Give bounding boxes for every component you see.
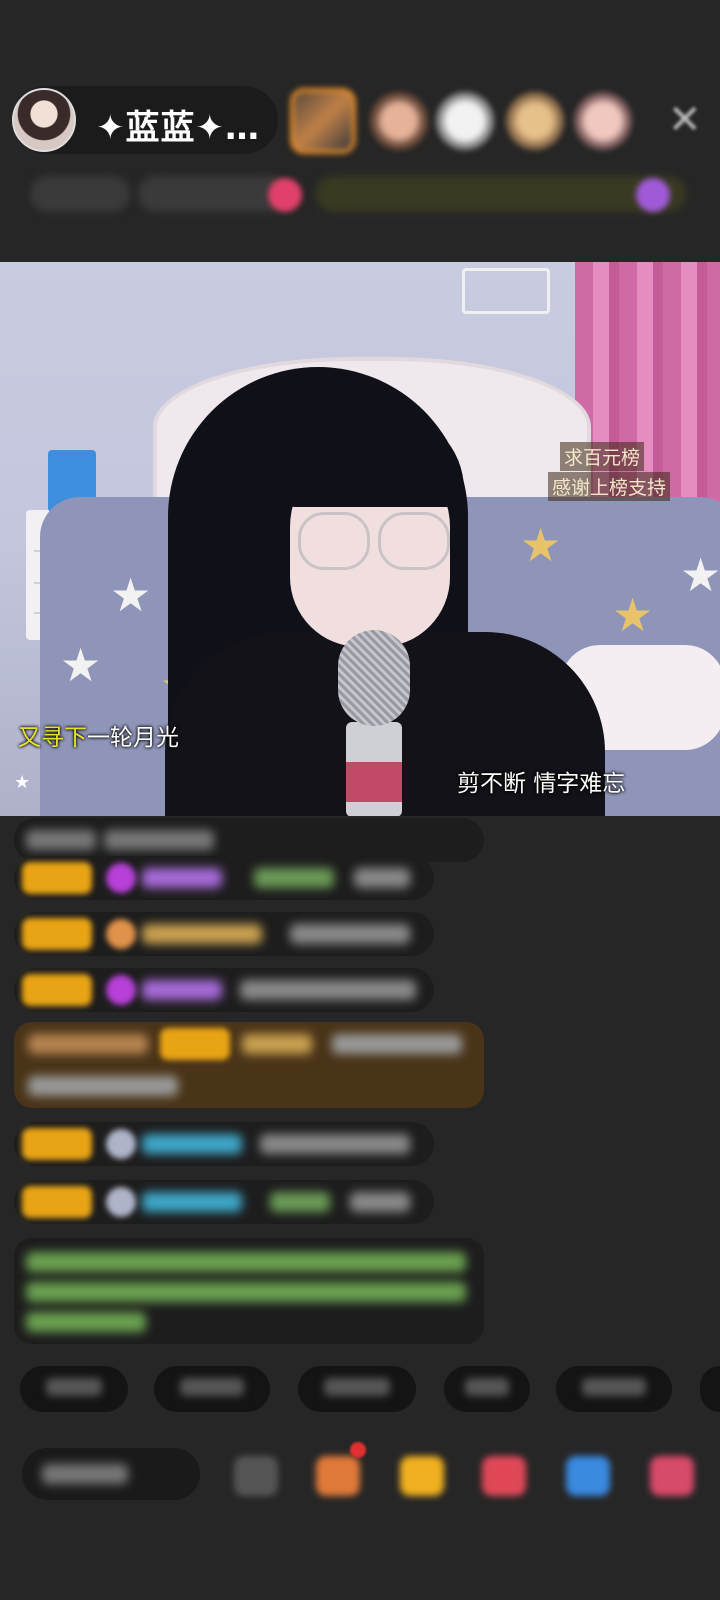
system-notice [14,1238,484,1344]
top-viewer-avatar[interactable] [574,92,632,150]
quick-reply-chip[interactable] [556,1366,672,1412]
microphone-icon [338,630,410,726]
quick-reply-chip[interactable] [298,1366,416,1412]
stream-info-row [20,172,710,216]
chat-message[interactable] [14,968,434,1012]
lyric-rest: 一轮月光 [87,725,179,751]
star-pattern: ★ [60,638,102,692]
chat-message[interactable] [14,912,434,956]
comment-input[interactable] [22,1448,200,1500]
emoji-icon[interactable] [234,1456,278,1496]
host-name: ✦蓝蓝✦… [96,108,260,148]
game-icon[interactable] [566,1456,610,1496]
activity-banner[interactable] [316,176,686,212]
notice-label: 感谢上榜支持 [548,472,671,501]
wall-shelf [462,268,550,314]
host-avatar[interactable] [12,88,76,152]
close-icon[interactable]: ✕ [668,100,702,140]
host-profile-pill[interactable]: ✦蓝蓝✦… [12,86,278,154]
top-viewer-avatar[interactable] [370,92,428,150]
more-icon[interactable] [650,1456,694,1496]
quick-reply-chip[interactable] [20,1366,128,1412]
chat-message[interactable] [14,856,434,900]
gift-box-icon[interactable] [400,1456,444,1496]
top-viewer-avatar[interactable] [436,92,494,150]
star-pattern: ★ [612,588,654,642]
rank-chip[interactable] [30,176,130,212]
microphone-band [346,762,402,802]
notification-dot [350,1442,366,1458]
lyric-line: 剪不断 情字难忘 [457,771,626,797]
quick-reply-chip[interactable] [700,1366,720,1412]
glasses [298,512,370,570]
lyric-highlight: 又寻下 [18,725,87,751]
chat-message-highlighted[interactable] [14,1022,484,1108]
chat-message[interactable] [14,1122,434,1166]
shop-icon[interactable] [316,1456,360,1496]
notice-label: 求百元榜 [560,442,645,471]
sparkle-icon: ★ [14,772,31,793]
star-pattern: ★ [110,568,152,622]
star-pattern: ★ [520,518,562,572]
top-viewer-avatar[interactable] [290,88,356,154]
chat-message[interactable] [14,1180,434,1224]
popularity-chip[interactable] [138,176,288,212]
quick-reply-chip[interactable] [154,1366,270,1412]
red-packet-icon[interactable] [482,1456,526,1496]
top-viewer-avatar[interactable] [506,92,564,150]
glasses [378,512,450,570]
quick-reply-chip[interactable] [444,1366,530,1412]
lyric-line: 又寻下一轮月光 [18,718,179,752]
star-pattern: ★ [680,548,720,602]
gift-icon[interactable] [268,178,302,212]
activity-icon[interactable] [636,178,670,212]
